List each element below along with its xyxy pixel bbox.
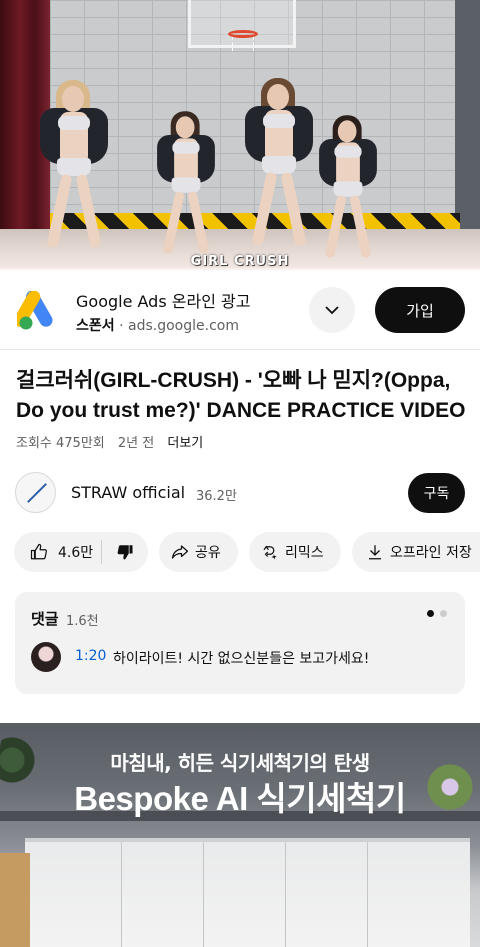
share-button[interactable]: 공유 [159, 532, 238, 572]
sponsored-ad-card[interactable]: Google Ads 온라인 광고 스폰서 · ads.google.com 가… [0, 270, 480, 350]
view-count: 조회수 475만회 [16, 436, 105, 451]
video-right-wall [455, 0, 480, 240]
sponsor-label: 스폰서 [76, 318, 115, 334]
download-button[interactable]: 오프라인 저장 [352, 532, 480, 572]
download-label: 오프라인 저장 [390, 545, 472, 561]
ad-expand-button[interactable] [309, 287, 355, 333]
subscribe-button[interactable]: 구독 [408, 473, 465, 513]
comments-panel[interactable]: 댓글 1.6천 1:20 하이라이트! 시간 없으신분들은 보고가세요! [15, 592, 465, 694]
ad-wood-shelf [0, 853, 30, 947]
share-label: 공유 [195, 545, 221, 561]
ad-product-name: Bespoke AI 식기세척기 [74, 780, 406, 817]
comment-timestamp-link[interactable]: 1:20 [75, 648, 106, 664]
like-dislike-chip: 4.6만 [14, 532, 148, 572]
download-icon [369, 545, 381, 560]
remix-label: 리믹스 [285, 545, 324, 561]
remix-button[interactable]: 리믹스 [249, 532, 341, 572]
video-player[interactable]: GIRL CRUSH [0, 0, 480, 270]
comment-text: 하이라이트! 시간 없으신분들은 보고가세요! [113, 651, 370, 667]
dancer-figure [243, 76, 315, 256]
video-caption: GIRL CRUSH [190, 254, 290, 269]
carousel-dot [440, 610, 447, 617]
ad-kitchen-counter [25, 838, 470, 947]
commenter-avatar [31, 642, 61, 672]
thumbs-down-icon[interactable] [116, 543, 134, 561]
dancer-figure [155, 110, 216, 263]
ad-separator: · [119, 318, 124, 334]
google-ads-logo [17, 291, 53, 330]
ad-title[interactable]: Google Ads 온라인 광고 [76, 288, 250, 312]
chevron-down-icon [325, 306, 339, 315]
upload-age: 2년 전 [117, 436, 155, 451]
carousel-dot-active [427, 610, 434, 617]
ad-domain: ads.google.com [128, 318, 239, 334]
channel-avatar[interactable] [15, 472, 56, 513]
action-chip-bar: 4.6만 공유 리믹스 오프라인 저장 [14, 532, 480, 572]
video-meta[interactable]: 조회수 475만회 2년 전 더보기 [16, 432, 212, 451]
dancer-figure [317, 114, 378, 267]
thumbs-up-icon [30, 543, 47, 560]
subscriber-count: 36.2만 [196, 489, 237, 504]
basketball-net [232, 37, 254, 51]
more-link[interactable]: 더보기 [167, 436, 203, 451]
ad-join-button[interactable]: 가입 [375, 287, 465, 333]
channel-name[interactable]: STRAW official [71, 483, 185, 502]
video-title[interactable]: 걸크러쉬(GIRL-CRUSH) - '오빠 나 믿지?(Oppa, Do yo… [16, 366, 466, 426]
share-icon [171, 545, 189, 559]
like-count: 4.6만 [58, 545, 94, 561]
like-button[interactable]: 4.6만 [14, 540, 102, 564]
dancer-figure [38, 78, 110, 258]
bottom-ad-banner[interactable]: 마침내, 히든 식기세척기의 탄생 Bespoke AI 식기세척기 [0, 723, 480, 947]
ad-subtitle: 스폰서 · ads.google.com [76, 315, 239, 335]
comments-heading: 댓글 [31, 610, 59, 628]
comment-count: 1.6천 [66, 614, 99, 629]
remix-icon [263, 545, 277, 560]
